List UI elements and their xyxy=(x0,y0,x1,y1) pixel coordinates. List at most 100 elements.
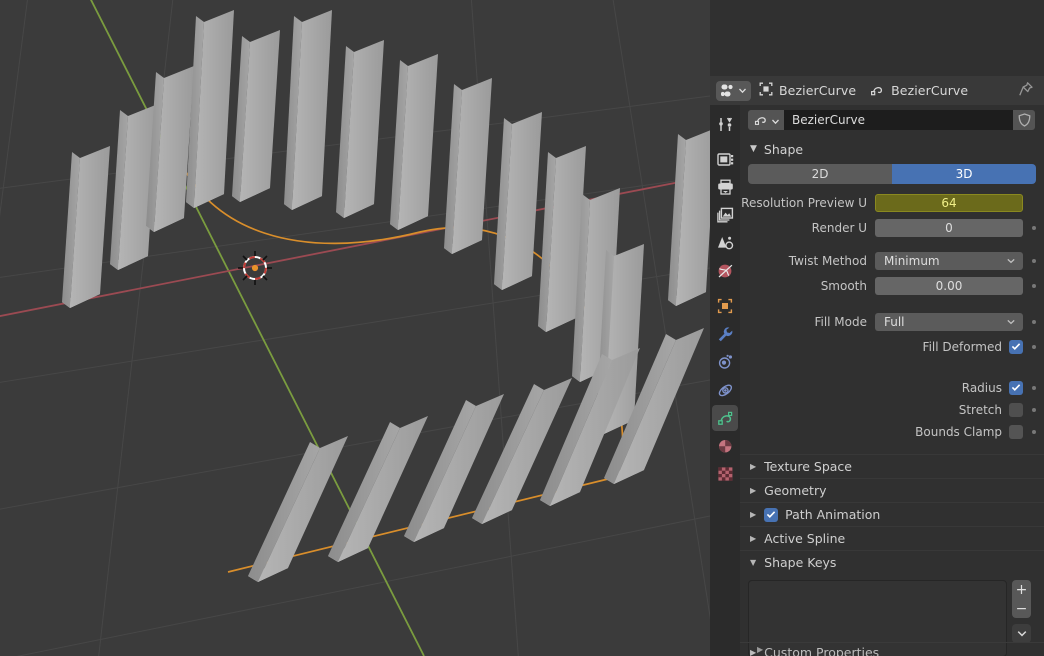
row-stretch: Stretch xyxy=(740,399,1044,420)
dimension-3d-button[interactable]: 3D xyxy=(892,164,1036,184)
checkbox-path-animation[interactable] xyxy=(764,507,779,522)
breadcrumb-item-object[interactable]: BezierCurve xyxy=(759,81,856,100)
panel-header-path-animation[interactable]: ▶ Path Animation xyxy=(740,502,1044,526)
sidebar-item-physics[interactable] xyxy=(712,377,738,403)
row-resolution-preview-u: Resolution Preview U 64 xyxy=(740,192,1044,214)
sidebar-item-modifiers[interactable] xyxy=(712,321,738,347)
properties-body: BezierCurve ▼ Shape 2D 3D Resolution Pre… xyxy=(710,105,1044,656)
add-shape-key-button[interactable]: + xyxy=(1012,580,1031,599)
animate-decorator-icon[interactable] xyxy=(1032,429,1036,434)
checker-texture-icon xyxy=(717,466,734,482)
panel-title-shape: Shape xyxy=(763,141,804,157)
label-fill-deformed: Fill Deformed xyxy=(922,339,1002,354)
dropdown-value-fill-mode: Full xyxy=(884,315,905,329)
input-resolution-preview-u[interactable]: 64 xyxy=(875,194,1023,212)
particles-icon xyxy=(717,354,734,370)
checkbox-stretch[interactable] xyxy=(1009,402,1023,417)
sidebar-item-object[interactable] xyxy=(712,293,738,319)
input-render-u[interactable]: 0 xyxy=(875,219,1023,237)
animate-decorator-icon[interactable] xyxy=(1032,226,1036,230)
label-twist-method: Twist Method xyxy=(788,254,867,268)
world-icon xyxy=(717,263,734,279)
label-radius: Radius xyxy=(961,380,1002,395)
panel-title-active-spline: Active Spline xyxy=(764,531,846,546)
breadcrumb-item-curve-data[interactable]: BezierCurve xyxy=(870,81,968,100)
properties-tab-rail xyxy=(710,105,740,656)
panel-header-geometry[interactable]: ▶ Geometry xyxy=(740,478,1044,502)
label-stretch: Stretch xyxy=(958,402,1002,417)
breadcrumb-object-label: BezierCurve xyxy=(779,83,857,98)
curve-data-icon xyxy=(717,410,734,426)
animate-decorator-icon[interactable] xyxy=(1032,344,1036,349)
row-radius: Radius xyxy=(740,377,1044,398)
animate-decorator-icon[interactable] xyxy=(1032,284,1036,288)
triangle-right-icon: ▶ xyxy=(750,462,757,471)
label-render-u: Render U xyxy=(811,221,867,235)
triangle-right-icon: ▶ xyxy=(750,510,757,519)
panel-header-active-spline[interactable]: ▶ Active Spline xyxy=(740,526,1044,550)
camera-back-icon xyxy=(716,151,734,167)
triangle-right-icon: ▶ xyxy=(750,648,757,656)
panel-header-shape-keys[interactable]: ▼ Shape Keys xyxy=(740,550,1044,574)
row-twist-method: Twist Method Minimum xyxy=(740,250,1044,272)
properties-main-column: BezierCurve ▼ Shape 2D 3D Resolution Pre… xyxy=(740,105,1044,656)
sidebar-item-particles[interactable] xyxy=(712,349,738,375)
animate-decorator-icon[interactable] xyxy=(1032,259,1036,263)
curve-data-icon xyxy=(754,111,769,130)
checkbox-bounds-clamp[interactable] xyxy=(1009,424,1023,439)
label-bounds-clamp: Bounds Clamp xyxy=(915,424,1002,439)
chevron-down-icon xyxy=(771,111,780,130)
checkbox-fill-deformed[interactable] xyxy=(1009,339,1023,354)
animate-decorator-icon[interactable] xyxy=(1032,407,1036,412)
dimension-2d-button[interactable]: 2D xyxy=(748,164,892,184)
pin-icon[interactable] xyxy=(1018,81,1034,101)
sidebar-item-tool[interactable] xyxy=(712,111,738,137)
triangle-down-icon: ▼ xyxy=(750,558,757,567)
sidebar-item-output[interactable] xyxy=(712,174,738,200)
object-square-icon xyxy=(717,298,734,314)
panel-header-custom-properties[interactable]: ▶ Custom Properties xyxy=(740,642,1044,656)
properties-header: BezierCurve BezierCurve xyxy=(710,76,1044,105)
remove-shape-key-button[interactable]: − xyxy=(1012,599,1031,618)
panel-title-shape-keys: Shape Keys xyxy=(764,555,837,570)
tool-icon xyxy=(717,116,734,133)
sidebar-item-object-data[interactable] xyxy=(712,405,738,431)
shield-icon[interactable] xyxy=(1013,110,1035,130)
row-fill-deformed: Fill Deformed xyxy=(740,336,1044,357)
triangle-right-icon: ▶ xyxy=(750,534,757,543)
sidebar-item-world[interactable] xyxy=(712,258,738,284)
editor-type-selector[interactable] xyxy=(716,80,751,101)
panel-title-path-animation: Path Animation xyxy=(785,507,881,522)
triangle-right-icon: ▶ xyxy=(750,486,757,495)
3d-viewport[interactable] xyxy=(0,0,710,656)
panel-header-shape[interactable]: ▼ Shape xyxy=(740,138,1044,160)
checkbox-radius[interactable] xyxy=(1009,380,1023,395)
cone-droplet-icon xyxy=(717,235,734,251)
datablock-name-input[interactable]: BezierCurve xyxy=(784,110,1013,130)
row-render-u: Render U 0 xyxy=(740,217,1044,239)
triangle-down-icon: ▼ xyxy=(750,143,757,154)
sidebar-item-texture[interactable] xyxy=(712,461,738,487)
input-smooth[interactable]: 0.00 xyxy=(875,277,1023,295)
dropdown-fill-mode[interactable]: Full xyxy=(875,313,1023,331)
physics-orbit-icon xyxy=(717,382,734,398)
chevron-down-icon xyxy=(1006,315,1016,329)
datablock-selector-row: BezierCurve xyxy=(748,110,1035,130)
panel-title-texture-space: Texture Space xyxy=(764,459,852,474)
label-fill-mode: Fill Mode xyxy=(814,315,867,329)
sidebar-item-view-layer[interactable] xyxy=(712,202,738,228)
animate-decorator-icon[interactable] xyxy=(1032,385,1036,390)
properties-editor-icon xyxy=(721,84,736,97)
panel-header-texture-space[interactable]: ▶ Texture Space xyxy=(740,454,1044,478)
shape-key-specials-button[interactable] xyxy=(1012,624,1031,643)
sidebar-item-material[interactable] xyxy=(712,433,738,459)
sidebar-item-scene[interactable] xyxy=(712,230,738,256)
animate-decorator-icon[interactable] xyxy=(1032,320,1036,324)
datablock-browse-button[interactable] xyxy=(748,110,784,130)
dropdown-value-twist-method: Minimum xyxy=(884,254,940,268)
panel-title-custom-properties: Custom Properties xyxy=(764,645,880,656)
sidebar-item-render[interactable] xyxy=(712,146,738,172)
printer-icon xyxy=(717,179,734,195)
curve-data-icon xyxy=(870,81,885,100)
dropdown-twist-method[interactable]: Minimum xyxy=(875,252,1023,270)
